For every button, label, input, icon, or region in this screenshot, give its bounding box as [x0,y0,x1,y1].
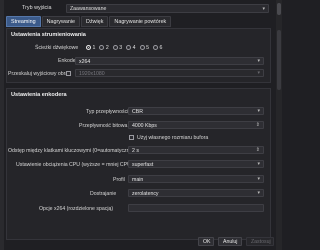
audio-track-label: Ścieżki dźwiękowe [35,45,79,51]
streaming-settings-title: Ustawienia strumieniowania [11,32,86,38]
cpu-preset-value: superfast [132,162,154,168]
radio-label: 1 [92,44,96,51]
encoder-select[interactable]: x264 ▾ [75,57,264,65]
rate-control-label: Typ przepływności [86,109,129,115]
audio-track-radio-5[interactable]: 5 [139,44,149,51]
radio-icon [152,45,158,50]
cancel-button[interactable]: Anuluj [218,237,242,246]
radio-label: 5 [146,44,149,51]
spin-arrows-icon[interactable]: ⇕ [256,122,260,128]
output-mode-row: Tryb wyjścia Zaawansowane ▾ [0,4,276,13]
profile-value: main [132,177,144,183]
tab-replay-buffer[interactable]: Nagrywanie powtórek [109,16,172,27]
output-tabs: Streaming Nagrywanie Dźwięk Nagrywanie p… [6,16,172,27]
audio-track-radio-3[interactable]: 3 [112,44,123,51]
rescale-output-checkbox[interactable] [66,71,71,76]
settings-output-window: Tryb wyjścia Zaawansowane ▾ Streaming Na… [0,0,282,250]
x264-options-label: Opcje x264 (rozdzielone spacją) [39,206,114,212]
rate-control-select[interactable]: CBR ▾ [128,107,264,115]
scrollbar-thumb[interactable] [277,3,281,15]
radio-icon [112,45,118,50]
audio-track-radio-2[interactable]: 2 [99,44,109,51]
scrollbar-track[interactable] [276,0,282,250]
bitrate-value: 4000 Kbps [132,123,157,129]
keyframe-interval-label: Odstęp między klatkami kluczowymi (0=aut… [8,148,134,154]
radio-label: 2 [105,44,109,51]
tune-value: zerolatency [132,191,159,197]
radio-label: 3 [119,44,123,51]
cpu-preset-select[interactable]: superfast ▾ [128,160,264,168]
streaming-settings-panel: Ustawienia strumieniowania Ścieżki dźwię… [6,28,271,83]
rate-control-value: CBR [132,109,143,115]
tab-recording[interactable]: Nagrywanie [41,16,81,27]
chevron-down-icon: ▾ [257,58,260,64]
audio-track-radio-4[interactable]: 4 [126,44,136,51]
scrollbar-thumb-main[interactable] [277,30,281,90]
keyframe-interval-value: 2 s [132,148,139,154]
radio-selected-icon [86,45,91,50]
rescale-resolution-select[interactable]: 1920x1080 ▾ [75,69,264,77]
x264-options-input[interactable] [128,204,264,212]
radio-icon [126,45,132,50]
chevron-down-icon: ▾ [257,70,260,76]
bitrate-spinbox[interactable]: 4000 Kbps ⇕ [128,121,264,129]
chevron-down-icon: ▾ [257,108,260,114]
tune-select[interactable]: zerolatency ▾ [128,189,264,197]
custom-buffer-label: Użyj własnego rozmiaru bufora [137,135,209,141]
radio-icon [139,45,145,50]
ok-button[interactable]: OK [198,237,214,246]
output-mode-value: Zaawansowane [70,6,107,12]
apply-button[interactable]: Zastosuj [246,237,274,246]
tune-label: Dostrajanie [90,191,117,197]
chevron-down-icon: ▾ [257,176,260,182]
audio-track-radio-6[interactable]: 6 [152,44,163,51]
encoder-settings-title: Ustawienia enkodera [11,92,67,98]
cpu-preset-label: Ustawienie obciążenia CPU (wyższe = mnie… [16,162,133,168]
radio-icon [99,45,105,50]
audio-track-radio-group: 1 2 3 4 5 6 [86,44,166,51]
encoder-settings-panel: Ustawienia enkodera Typ przepływności CB… [6,88,271,240]
keyframe-interval-spinbox[interactable]: 2 s ⇕ [128,146,264,154]
bitrate-label: Przepływność bitowa [79,123,128,129]
rescale-resolution-value: 1920x1080 [79,71,105,77]
radio-label: 6 [159,44,163,51]
audio-track-radio-1[interactable]: 1 [86,45,95,51]
radio-label: 4 [132,44,136,51]
tab-streaming[interactable]: Streaming [6,16,41,27]
rescale-output-label: Przeskaluj wyjściowy obraz [8,71,71,77]
output-mode-select[interactable]: Zaawansowane ▾ [66,4,269,13]
spin-arrows-icon[interactable]: ⇕ [256,147,260,153]
tab-audio[interactable]: Dźwięk [81,16,109,27]
custom-buffer-checkbox[interactable] [129,135,134,140]
encoder-value: x264 [79,59,91,65]
output-mode-label: Tryb wyjścia [22,5,52,11]
dialog-button-bar: OK Anuluj Zastosuj [0,236,276,250]
profile-select[interactable]: main ▾ [128,175,264,183]
profile-label: Profil [113,177,125,183]
chevron-down-icon: ▾ [257,190,260,196]
chevron-down-icon: ▾ [262,6,265,12]
chevron-down-icon: ▾ [257,161,260,167]
left-edge [0,0,4,250]
